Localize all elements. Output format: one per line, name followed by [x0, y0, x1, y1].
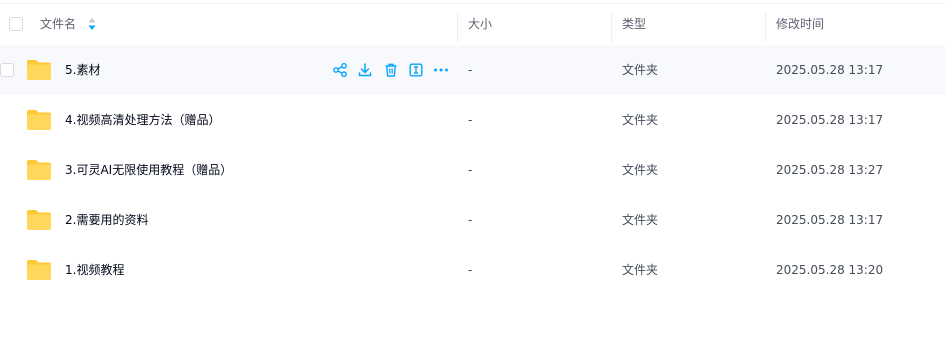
file-list-header: 文件名 大小 类型 修改时间 — [0, 4, 945, 44]
column-header-modified[interactable]: 修改时间 — [776, 4, 824, 44]
sort-icon[interactable] — [88, 18, 96, 30]
column-divider[interactable] — [457, 12, 458, 42]
file-row[interactable]: 2.需要用的资料 - 文件夹 2025.05.28 13:17 — [0, 195, 945, 245]
download-icon[interactable] — [357, 62, 373, 78]
file-row[interactable]: 5.素材 - 文件夹 2025.05.28 13:17 — [0, 45, 945, 95]
file-type: 文件夹 — [622, 63, 659, 77]
file-size: - — [468, 163, 473, 177]
folder-icon — [27, 60, 51, 80]
folder-icon — [27, 160, 51, 180]
folder-icon — [27, 260, 51, 280]
file-size: - — [468, 263, 473, 277]
file-size: - — [468, 213, 473, 227]
row-checkbox[interactable] — [0, 63, 14, 77]
rename-icon[interactable] — [408, 62, 424, 78]
file-row[interactable]: 1.视频教程 - 文件夹 2025.05.28 13:20 — [0, 245, 945, 295]
more-icon[interactable] — [433, 62, 449, 78]
delete-icon[interactable] — [383, 62, 399, 78]
select-all-checkbox[interactable] — [9, 17, 23, 31]
file-name[interactable]: 1.视频教程 — [65, 245, 124, 295]
file-row[interactable]: 3.可灵AI无限使用教程（赠品） - 文件夹 2025.05.28 13:27 — [0, 145, 945, 195]
file-type: 文件夹 — [622, 163, 659, 177]
folder-icon — [27, 110, 51, 130]
file-row[interactable]: 4.视频高清处理方法（赠品） - 文件夹 2025.05.28 13:17 — [0, 95, 945, 145]
folder-icon — [27, 210, 51, 230]
file-name[interactable]: 5.素材 — [65, 45, 100, 95]
file-modified-time: 2025.05.28 13:20 — [776, 263, 884, 277]
column-header-name[interactable]: 文件名 — [40, 4, 76, 44]
column-header-type[interactable]: 类型 — [622, 4, 646, 44]
column-divider[interactable] — [765, 12, 766, 42]
share-icon[interactable] — [332, 62, 348, 78]
file-size: - — [468, 63, 473, 77]
file-name[interactable]: 3.可灵AI无限使用教程（赠品） — [65, 145, 232, 195]
file-modified-time: 2025.05.28 13:17 — [776, 63, 884, 77]
column-divider[interactable] — [611, 12, 612, 42]
file-name[interactable]: 4.视频高清处理方法（赠品） — [65, 95, 220, 145]
column-header-size[interactable]: 大小 — [468, 4, 492, 44]
file-name[interactable]: 2.需要用的资料 — [65, 195, 148, 245]
file-modified-time: 2025.05.28 13:27 — [776, 163, 884, 177]
file-type: 文件夹 — [622, 113, 659, 127]
file-size: - — [468, 113, 473, 127]
file-modified-time: 2025.05.28 13:17 — [776, 213, 884, 227]
file-modified-time: 2025.05.28 13:17 — [776, 113, 884, 127]
file-type: 文件夹 — [622, 213, 659, 227]
file-type: 文件夹 — [622, 263, 659, 277]
